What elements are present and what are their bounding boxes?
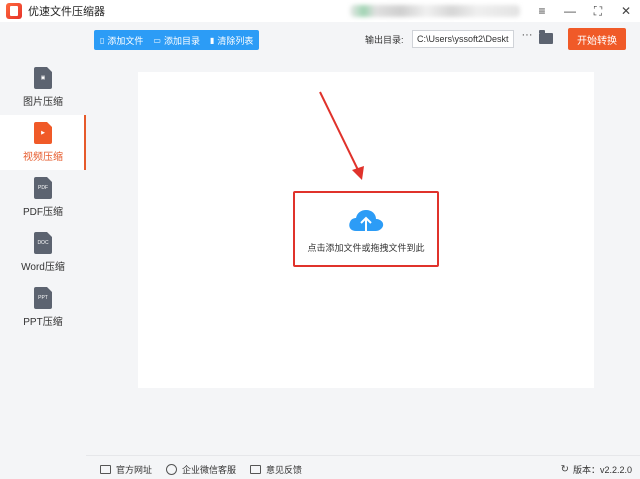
footer-divider (86, 455, 640, 456)
cloud-upload-icon (349, 210, 384, 235)
version-label: 版本：v2.2.2.0 (572, 465, 632, 475)
feedback-link[interactable]: 意见反馈 (250, 463, 302, 476)
website-icon (100, 465, 111, 474)
wechat-support-label: 企业微信客服 (182, 465, 237, 475)
drop-zone[interactable]: 点击添加文件或拖拽文件到此 (293, 191, 439, 267)
wechat-support-link[interactable]: 企业微信客服 (166, 463, 236, 476)
chat-icon (166, 464, 178, 475)
website-label: 官方网址 (116, 465, 153, 475)
refresh-icon: ↻ (560, 464, 569, 475)
drop-zone-hint: 点击添加文件或拖拽文件到此 (307, 243, 425, 253)
website-link[interactable]: 官方网址 (100, 463, 152, 476)
feedback-icon (250, 465, 262, 474)
version-info[interactable]: ↻ 版本：v2.2.2.0 (561, 463, 632, 476)
footer: 官方网址 企业微信客服 意见反馈 ↻ 版本：v2.2.2.0 (86, 460, 640, 479)
feedback-label: 意见反馈 (266, 465, 303, 475)
